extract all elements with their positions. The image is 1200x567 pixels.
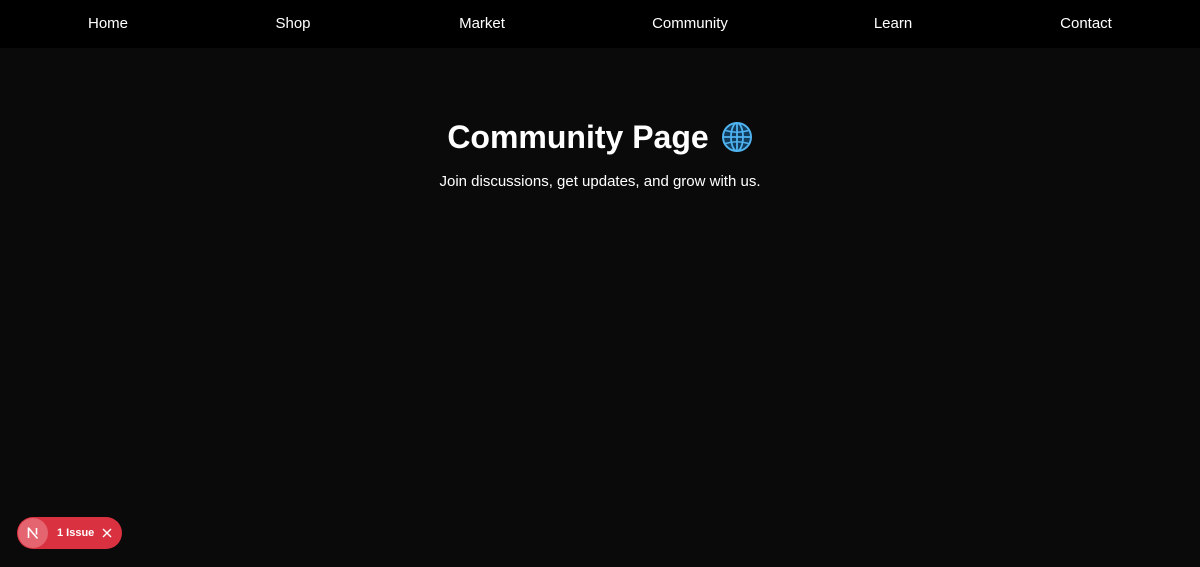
dev-issues-badge[interactable]: 1 Issue [17,517,122,549]
nav-link-shop[interactable]: Shop [275,0,310,48]
issue-count-label[interactable]: 1 Issue [57,527,94,539]
globe-icon [721,121,753,153]
page: Home Shop Market Community Learn Contact… [0,0,1200,567]
page-title-text: Community Page [447,119,709,155]
top-navigation: Home Shop Market Community Learn Contact [0,0,1200,48]
nav-link-learn[interactable]: Learn [874,0,912,48]
page-title: Community Page [447,116,752,158]
nav-link-community[interactable]: Community [652,0,728,48]
nav-link-market[interactable]: Market [459,0,505,48]
page-subtitle: Join discussions, get updates, and grow … [439,173,761,190]
nav-link-home[interactable]: Home [88,0,128,48]
hero-section: Community Page Join discussions, get upd… [0,116,1200,192]
close-icon[interactable] [102,528,112,538]
nav-link-contact[interactable]: Contact [1060,0,1112,48]
nextjs-logo-icon[interactable] [18,518,48,548]
